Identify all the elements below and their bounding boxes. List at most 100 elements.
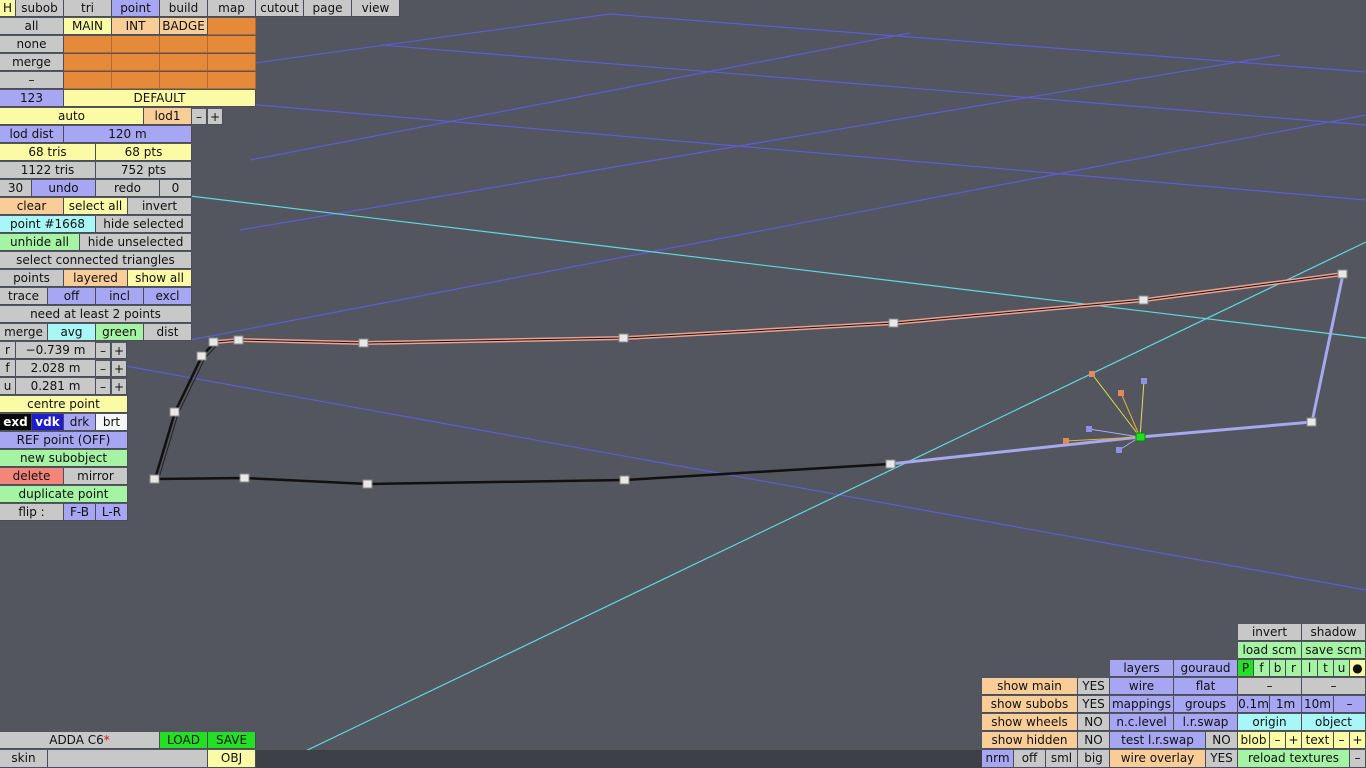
view-r-button[interactable]: r [1286, 660, 1302, 677]
text-plus-button[interactable]: + [1350, 732, 1366, 749]
menu-map[interactable]: map [208, 0, 256, 17]
layered-mode-button[interactable]: layered [64, 270, 128, 287]
duplicate-point-button[interactable]: duplicate point [0, 486, 128, 503]
reload-dash-button[interactable]: – [1350, 750, 1366, 768]
lod-dist-label[interactable]: lod dist [0, 126, 64, 143]
merge-green-button[interactable]: green [96, 324, 144, 341]
layer-slot[interactable] [112, 36, 160, 53]
blob-label[interactable]: blob [1238, 732, 1270, 749]
trace-off-button[interactable]: off [48, 288, 96, 305]
layers-view-button[interactable]: layers [1110, 660, 1174, 677]
coord-u-value[interactable]: 0.281 m [16, 378, 96, 395]
centre-point-button[interactable]: centre point [0, 396, 128, 413]
view-u-button[interactable]: u [1334, 660, 1350, 677]
show-main-label[interactable]: show main [982, 678, 1078, 695]
exd-button[interactable]: exd [0, 414, 32, 431]
view-dash-button-2[interactable]: – [1302, 678, 1366, 695]
coord-r-minus[interactable]: – [96, 343, 111, 359]
h-button[interactable]: H [0, 0, 16, 17]
merge-button[interactable]: merge [0, 324, 48, 341]
load-button[interactable]: LOAD [160, 732, 208, 749]
text-minus-button[interactable]: – [1334, 732, 1350, 749]
menu-page[interactable]: page [304, 0, 352, 17]
grid-10m-button[interactable]: 10m [1302, 696, 1334, 713]
wire-overlay-value[interactable]: YES [1206, 750, 1238, 768]
undo-button[interactable]: undo [32, 180, 96, 197]
layer-default-button[interactable]: DEFAULT [64, 90, 256, 107]
view-b-button[interactable]: b [1270, 660, 1286, 677]
hide-selected-button[interactable]: hide selected [96, 216, 192, 233]
mirror-button[interactable]: mirror [64, 468, 128, 485]
show-wheels-label[interactable]: show wheels [982, 714, 1078, 731]
show-subobs-label[interactable]: show subobs [982, 696, 1078, 713]
layer-badge[interactable]: BADGE [160, 18, 208, 35]
gouraud-button[interactable]: gouraud [1174, 660, 1238, 677]
layer-slot[interactable] [208, 18, 256, 35]
unhide-all-button[interactable]: unhide all [0, 234, 80, 251]
obj-button[interactable]: OBJ [208, 750, 256, 768]
view-l-button[interactable]: l [1302, 660, 1318, 677]
trace-label[interactable]: trace [0, 288, 48, 305]
layer-main[interactable]: MAIN [64, 18, 112, 35]
test-lr-swap-value[interactable]: NO [1206, 732, 1238, 749]
coord-u-plus[interactable]: + [112, 379, 127, 395]
merge-avg-button[interactable]: avg [48, 324, 96, 341]
menu-subob[interactable]: subob [16, 0, 64, 17]
lr-swap-button[interactable]: l.r.swap [1174, 714, 1238, 731]
wire-overlay-label[interactable]: wire overlay [1110, 750, 1206, 768]
view-f-button[interactable]: f [1254, 660, 1270, 677]
show-hidden-value[interactable]: NO [1078, 732, 1110, 749]
show-subobs-value[interactable]: YES [1078, 696, 1110, 713]
brt-button[interactable]: brt [96, 414, 128, 431]
view-p-button[interactable]: P [1238, 660, 1254, 677]
coord-u-minus[interactable]: – [96, 379, 111, 395]
coord-r-plus[interactable]: + [112, 343, 127, 359]
wire-button[interactable]: wire [1110, 678, 1174, 695]
off-button[interactable]: off [1014, 750, 1046, 768]
merge-dist-button[interactable]: dist [144, 324, 192, 341]
layer-slot[interactable] [160, 72, 208, 89]
show-hidden-label[interactable]: show hidden [982, 732, 1078, 749]
menu-tri[interactable]: tri [64, 0, 112, 17]
groups-button[interactable]: groups [1174, 696, 1238, 713]
trace-incl-button[interactable]: incl [96, 288, 144, 305]
layer-slot[interactable] [112, 54, 160, 71]
layer-dash-button[interactable]: – [0, 72, 64, 89]
vertex-points[interactable] [149, 269, 1348, 489]
lod-auto-button[interactable]: auto [0, 108, 144, 125]
view-dash-button-1[interactable]: – [1238, 678, 1302, 695]
layer-slot[interactable] [64, 54, 112, 71]
ref-point-button[interactable]: REF point (OFF) [0, 432, 128, 449]
blob-minus-button[interactable]: – [1270, 732, 1286, 749]
save-button[interactable]: SAVE [208, 732, 256, 749]
layer-slot[interactable] [208, 36, 256, 53]
object-button[interactable]: object [1302, 714, 1366, 731]
grid-dash-button[interactable]: – [1334, 696, 1366, 713]
vdk-button[interactable]: vdk [32, 414, 64, 431]
menu-view[interactable]: view [352, 0, 400, 17]
show-wheels-value[interactable]: NO [1078, 714, 1110, 731]
lod-dist-value[interactable]: 120 m [64, 126, 192, 143]
new-subobject-button[interactable]: new subobject [0, 450, 128, 467]
layer-number-button[interactable]: 123 [0, 90, 64, 107]
coord-r-value[interactable]: −0.739 m [16, 342, 96, 359]
blob-plus-button[interactable]: + [1286, 732, 1302, 749]
nc-level-button[interactable]: n.c.level [1110, 714, 1174, 731]
grid-1m-button[interactable]: 1m [1270, 696, 1302, 713]
trace-excl-button[interactable]: excl [144, 288, 192, 305]
points-mode-button[interactable]: points [0, 270, 64, 287]
origin-button[interactable]: origin [1238, 714, 1302, 731]
load-scm-button[interactable]: load scm [1238, 642, 1302, 659]
layer-slot[interactable] [160, 36, 208, 53]
flat-button[interactable]: flat [1174, 678, 1238, 695]
layer-slot[interactable] [208, 72, 256, 89]
view-t-button[interactable]: t [1318, 660, 1334, 677]
redo-button[interactable]: redo [96, 180, 160, 197]
menu-cutout[interactable]: cutout [256, 0, 304, 17]
show-main-value[interactable]: YES [1078, 678, 1110, 695]
shadow-button[interactable]: shadow [1302, 624, 1366, 641]
mappings-button[interactable]: mappings [1110, 696, 1174, 713]
grid-01m-button[interactable]: 0.1m [1238, 696, 1270, 713]
test-lr-swap-button[interactable]: test l.r.swap [1110, 732, 1206, 749]
lod-select[interactable]: lod1 [144, 108, 192, 125]
